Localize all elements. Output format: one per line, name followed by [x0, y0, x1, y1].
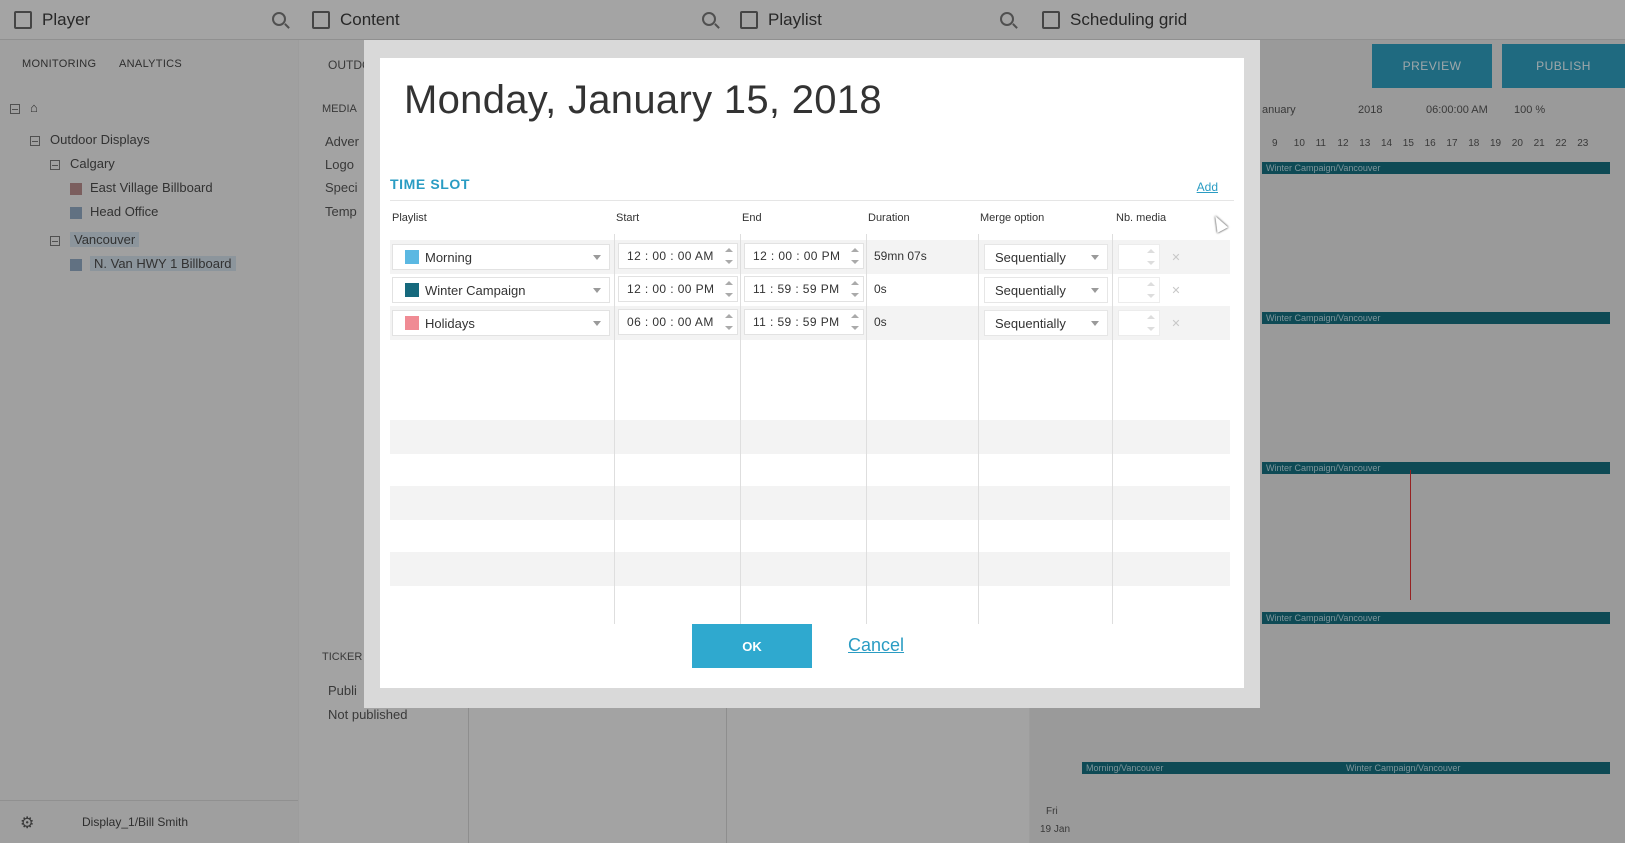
stepper-icon[interactable]: [1147, 280, 1155, 300]
end-time-value: 12 : 00 : 00 PM: [753, 249, 841, 263]
chevron-down-icon: [1091, 321, 1099, 326]
add-link[interactable]: Add: [1197, 180, 1218, 194]
merge-option-value: Sequentially: [995, 249, 1066, 265]
end-time-value: 11 : 59 : 59 PM: [753, 282, 840, 296]
playlist-name: Morning: [425, 249, 472, 265]
nb-media-stepper[interactable]: [1118, 310, 1160, 336]
time-spinner-icon[interactable]: [725, 279, 733, 299]
ok-button[interactable]: OK: [692, 624, 812, 668]
remove-row-icon[interactable]: ✕: [1166, 277, 1186, 303]
start-time-value: 06 : 00 : 00 AM: [627, 315, 714, 329]
stepper-icon[interactable]: [1147, 313, 1155, 333]
chevron-down-icon: [593, 255, 601, 260]
column-divider: [740, 234, 741, 624]
col-header-merge: Merge option: [980, 212, 1045, 224]
duration-value: 59mn 07s: [874, 249, 927, 263]
playlist-color-swatch: [405, 283, 419, 297]
end-time-input[interactable]: 12 : 00 : 00 PM: [744, 243, 864, 269]
chevron-down-icon: [1091, 255, 1099, 260]
end-time-input[interactable]: 11 : 59 : 59 PM: [744, 276, 864, 302]
remove-row-icon[interactable]: ✕: [1166, 310, 1186, 336]
time-spinner-icon[interactable]: [725, 246, 733, 266]
column-divider: [866, 234, 867, 624]
section-title: TIME SLOT: [390, 176, 471, 192]
divider: [390, 200, 1234, 201]
nb-media-stepper[interactable]: [1118, 277, 1160, 303]
time-slot-dialog: Monday, January 15, 2018 TIME SLOT Add P…: [380, 58, 1244, 688]
start-time-input[interactable]: 12 : 00 : 00 PM: [618, 276, 738, 302]
nb-media-stepper[interactable]: [1118, 244, 1160, 270]
playlist-select[interactable]: Morning: [392, 244, 610, 270]
column-divider: [1112, 234, 1113, 624]
merge-option-select[interactable]: Sequentially: [984, 310, 1108, 336]
playlist-name: Winter Campaign: [425, 282, 526, 298]
cancel-link[interactable]: Cancel: [848, 635, 904, 656]
column-divider: [614, 234, 615, 624]
start-time-value: 12 : 00 : 00 PM: [627, 282, 715, 296]
col-header-start: Start: [616, 212, 640, 224]
time-spinner-icon[interactable]: [851, 279, 859, 299]
table-row-stripe: [390, 486, 1230, 520]
playlist-name: Holidays: [425, 315, 475, 331]
remove-row-icon[interactable]: ✕: [1166, 244, 1186, 270]
merge-option-select[interactable]: Sequentially: [984, 244, 1108, 270]
col-header-end: End: [742, 212, 762, 224]
duration-value: 0s: [874, 315, 887, 329]
time-slot-table: Playlist Start End Duration Merge option…: [390, 204, 1230, 630]
merge-option-value: Sequentially: [995, 315, 1066, 331]
playlist-color-swatch: [405, 316, 419, 330]
time-spinner-icon[interactable]: [725, 312, 733, 332]
chevron-down-icon: [593, 288, 601, 293]
merge-option-select[interactable]: Sequentially: [984, 277, 1108, 303]
time-spinner-icon[interactable]: [851, 312, 859, 332]
table-row-stripe: [390, 552, 1230, 586]
stepper-icon[interactable]: [1147, 247, 1155, 267]
chevron-down-icon: [593, 321, 601, 326]
merge-option-value: Sequentially: [995, 282, 1066, 298]
column-divider: [978, 234, 979, 624]
end-time-value: 11 : 59 : 59 PM: [753, 315, 840, 329]
col-header-playlist: Playlist: [392, 212, 427, 224]
table-row-stripe: [390, 420, 1230, 454]
start-time-input[interactable]: 06 : 00 : 00 AM: [618, 309, 738, 335]
end-time-input[interactable]: 11 : 59 : 59 PM: [744, 309, 864, 335]
start-time-input[interactable]: 12 : 00 : 00 AM: [618, 243, 738, 269]
playlist-select[interactable]: Winter Campaign: [392, 277, 610, 303]
chevron-down-icon: [1091, 288, 1099, 293]
playlist-color-swatch: [405, 250, 419, 264]
start-time-value: 12 : 00 : 00 AM: [627, 249, 714, 263]
time-spinner-icon[interactable]: [851, 246, 859, 266]
col-header-nb-media: Nb. media: [1116, 212, 1167, 224]
playlist-select[interactable]: Holidays: [392, 310, 610, 336]
col-header-duration: Duration: [868, 212, 910, 224]
dialog-title: Monday, January 15, 2018: [404, 78, 882, 122]
duration-value: 0s: [874, 282, 887, 296]
